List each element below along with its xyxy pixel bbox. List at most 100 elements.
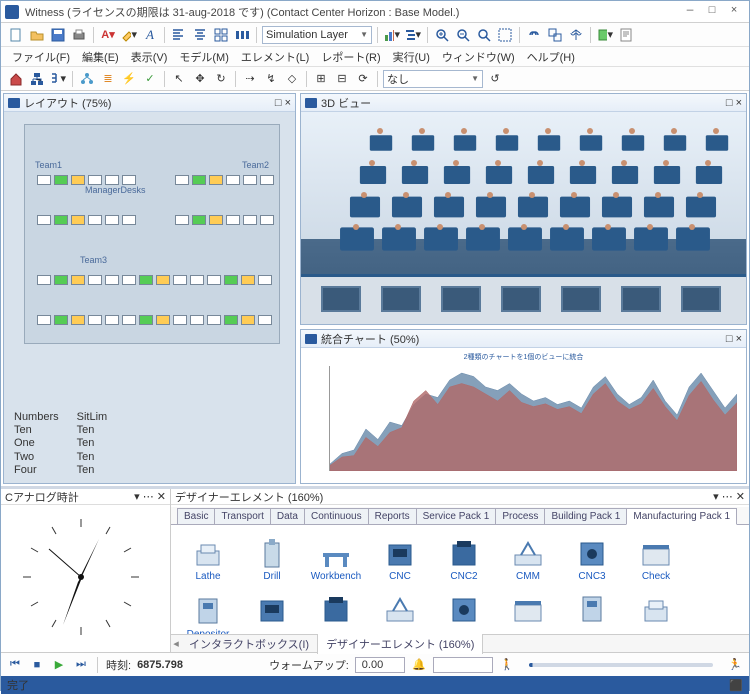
- menu-view[interactable]: 表示(V): [126, 47, 173, 67]
- tab-reports[interactable]: Reports: [368, 508, 417, 524]
- desk[interactable]: [173, 275, 187, 285]
- maximize-button[interactable]: □: [701, 3, 723, 21]
- filter-combo[interactable]: なし▼: [383, 70, 483, 88]
- desk[interactable]: [224, 275, 238, 285]
- element-drill[interactable]: Drill: [241, 531, 303, 587]
- link-icon[interactable]: [525, 26, 543, 44]
- stop-button[interactable]: ■: [29, 657, 45, 673]
- desk[interactable]: [209, 175, 223, 185]
- desk[interactable]: [241, 315, 255, 325]
- balance-icon[interactable]: [567, 26, 585, 44]
- scroll-left-icon[interactable]: ◂: [171, 637, 181, 650]
- desk[interactable]: [190, 315, 204, 325]
- desk[interactable]: [122, 215, 136, 225]
- connect-icon[interactable]: ⇢: [241, 70, 259, 88]
- tab-transport[interactable]: Transport: [214, 508, 270, 524]
- element-depositor[interactable]: Depositor: [177, 589, 239, 634]
- open-icon[interactable]: [28, 26, 46, 44]
- desk[interactable]: [37, 175, 51, 185]
- print-icon[interactable]: [70, 26, 88, 44]
- element-check[interactable]: Check: [625, 531, 687, 587]
- desk[interactable]: [88, 275, 102, 285]
- element-lathe[interactable]: Lathe: [177, 531, 239, 587]
- view3d-canvas[interactable]: [301, 112, 746, 324]
- refresh-icon[interactable]: ↺: [486, 70, 504, 88]
- desk[interactable]: [260, 175, 274, 185]
- element-extra[interactable]: [369, 589, 431, 627]
- menu-run[interactable]: 実行(U): [388, 47, 435, 67]
- element-extra[interactable]: [561, 589, 623, 627]
- element-extra[interactable]: [433, 589, 495, 627]
- desk[interactable]: [241, 275, 255, 285]
- chart-canvas[interactable]: 2種類のチャートを1個のビューに統合 010203040506070809010…: [301, 348, 746, 483]
- desk[interactable]: [207, 315, 221, 325]
- pin-icon[interactable]: ▾ ⋯ ✕: [134, 491, 166, 503]
- menu-file[interactable]: ファイル(F): [7, 47, 75, 67]
- desk[interactable]: [243, 215, 257, 225]
- export-icon[interactable]: ▾: [596, 26, 614, 44]
- distribute-icon[interactable]: [233, 26, 251, 44]
- element-workbench[interactable]: Workbench: [305, 531, 367, 587]
- pointer-icon[interactable]: ↖: [170, 70, 188, 88]
- desk[interactable]: [207, 275, 221, 285]
- bolt-icon[interactable]: ⚡: [120, 70, 138, 88]
- element-extra[interactable]: [305, 589, 367, 627]
- gantt-icon[interactable]: ▾: [404, 26, 422, 44]
- check-icon[interactable]: ✓: [141, 70, 159, 88]
- btab-interact[interactable]: インタラクトボックス(I): [181, 634, 318, 654]
- play-button[interactable]: ▶: [51, 657, 67, 673]
- desk[interactable]: [37, 215, 51, 225]
- sync-icon[interactable]: ⟳: [354, 70, 372, 88]
- house-icon[interactable]: [7, 70, 25, 88]
- tab-manufacturing-pack-1[interactable]: Manufacturing Pack 1: [626, 508, 737, 525]
- desk[interactable]: [175, 215, 189, 225]
- tab-service-pack-1[interactable]: Service Pack 1: [416, 508, 497, 524]
- desk[interactable]: [260, 215, 274, 225]
- align-center-icon[interactable]: [191, 26, 209, 44]
- tab-building-pack-1[interactable]: Building Pack 1: [544, 508, 627, 524]
- hierarchy-icon[interactable]: ▾: [49, 70, 67, 88]
- clock-pane-header[interactable]: Cアナログ時計 ▾ ⋯ ✕: [1, 489, 170, 505]
- align-left-icon[interactable]: [170, 26, 188, 44]
- element-cmm[interactable]: CMM: [497, 531, 559, 587]
- org-icon[interactable]: [28, 70, 46, 88]
- element-cnc3[interactable]: CNC3: [561, 531, 623, 587]
- pane-max-icon[interactable]: □: [726, 333, 733, 345]
- speed-slider[interactable]: [529, 663, 713, 667]
- pane-close-icon[interactable]: ×: [736, 97, 742, 109]
- desk[interactable]: [243, 175, 257, 185]
- pin-icon[interactable]: ▾ ⋯ ✕: [713, 491, 745, 503]
- font-color-icon[interactable]: A▾: [99, 26, 117, 44]
- desk[interactable]: [71, 215, 85, 225]
- zoom-out-icon[interactable]: [454, 26, 472, 44]
- element-cnc2[interactable]: CNC2: [433, 531, 495, 587]
- desk[interactable]: [192, 175, 206, 185]
- tab-basic[interactable]: Basic: [177, 508, 215, 524]
- run-fast-icon[interactable]: 🏃: [727, 657, 743, 673]
- minimize-button[interactable]: —: [679, 3, 701, 21]
- desk[interactable]: [209, 215, 223, 225]
- chart-icon[interactable]: ▾: [383, 26, 401, 44]
- desk[interactable]: [105, 275, 119, 285]
- tab-continuous[interactable]: Continuous: [304, 508, 369, 524]
- desk[interactable]: [105, 315, 119, 325]
- btab-designer[interactable]: デザイナーエレメント (160%): [318, 634, 483, 654]
- chart-pane-header[interactable]: 統合チャート (50%) □×: [301, 330, 746, 348]
- desk[interactable]: [156, 275, 170, 285]
- menu-elements[interactable]: エレメント(L): [236, 47, 314, 67]
- element-extra[interactable]: [241, 589, 303, 627]
- desk[interactable]: [190, 275, 204, 285]
- desk[interactable]: [54, 315, 68, 325]
- desk[interactable]: [139, 275, 153, 285]
- rotate-icon[interactable]: ↻: [212, 70, 230, 88]
- zoom-fit-icon[interactable]: [475, 26, 493, 44]
- desk[interactable]: [88, 175, 102, 185]
- menu-model[interactable]: モデル(M): [174, 47, 234, 67]
- collapse-icon[interactable]: ⊟: [333, 70, 351, 88]
- desk[interactable]: [105, 215, 119, 225]
- desk[interactable]: [156, 315, 170, 325]
- new-icon[interactable]: [7, 26, 25, 44]
- element-cnc[interactable]: CNC: [369, 531, 431, 587]
- desk[interactable]: [37, 275, 51, 285]
- desk[interactable]: [175, 175, 189, 185]
